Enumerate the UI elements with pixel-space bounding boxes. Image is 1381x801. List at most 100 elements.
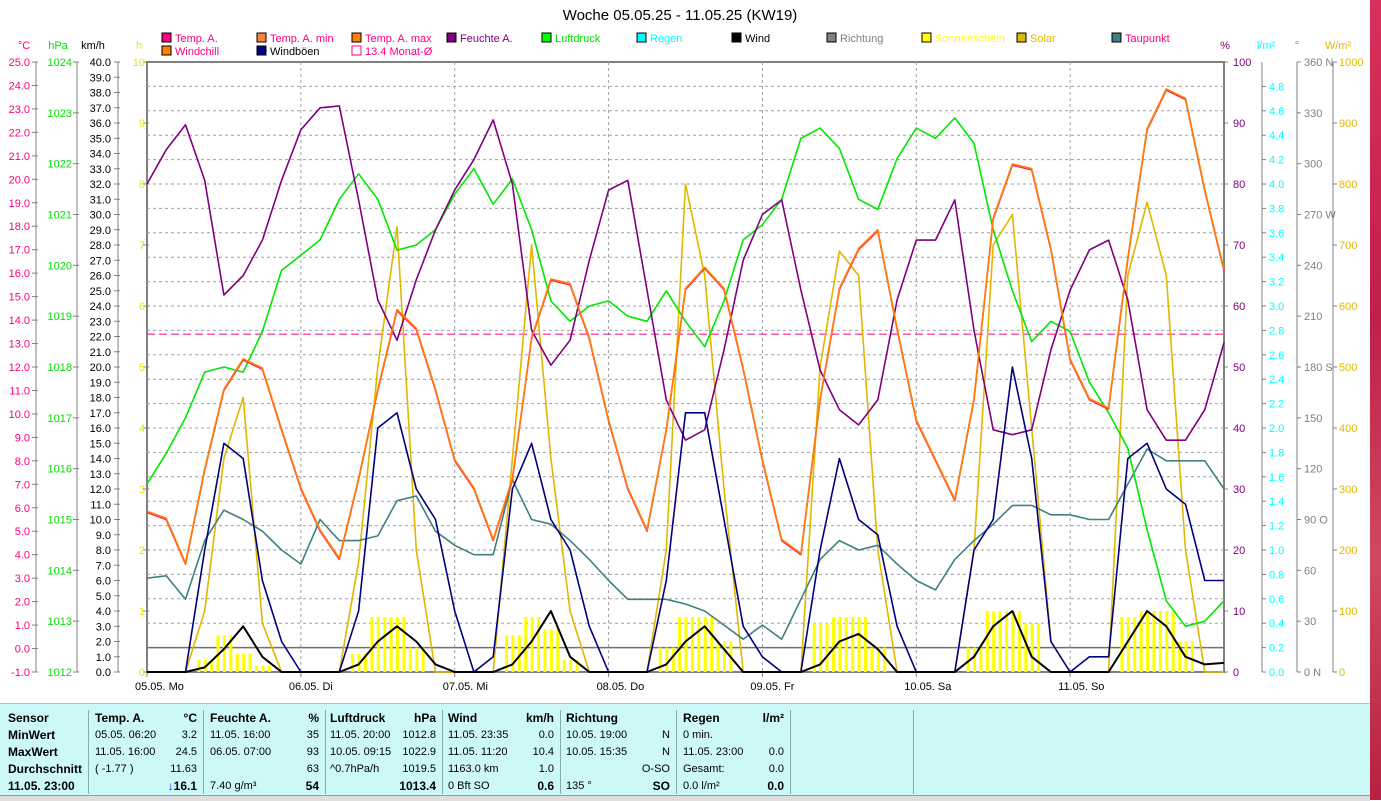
series-line-taupunkt [146, 448, 1225, 641]
legend-swatch [1111, 32, 1122, 43]
stats-row: 10.05. 19:00 N [566, 727, 676, 744]
stats-column-luftdruck: Luftdruck hPa 11.05. 20:00 1012.8 10.05. 09:… [330, 710, 443, 794]
stats-label: 11.05. 16:00 [210, 729, 271, 741]
axis-tick-label-rain: 4.6 [1269, 106, 1284, 118]
sunshine-bar [543, 629, 547, 672]
axis-tick-label-sun: 8 [139, 179, 145, 191]
axis-tick-label-wind: 40.0 [90, 57, 111, 69]
sunshine-bar [1126, 617, 1130, 672]
stats-row: ( -1.77 ) 11.63 [95, 761, 203, 778]
sunshine-bar [383, 617, 387, 672]
legend-swatch [256, 45, 267, 56]
axis-tick-label-rain: 3.6 [1269, 228, 1284, 240]
axis-tick-label-humidity: 90 [1233, 118, 1245, 130]
trend-down-arrow-icon: ↓ [167, 779, 174, 793]
axis-tick-label-wind: 11.0 [90, 499, 111, 511]
axis-tick-label-rain: 0.6 [1269, 594, 1284, 606]
stats-value [82, 744, 88, 761]
axis-tick-label-temp: 4.0 [15, 550, 30, 562]
stats-value [82, 727, 88, 744]
axis-tick-label-wind: 2.0 [96, 637, 111, 649]
sunshine-bar [370, 617, 374, 672]
sunshine-bar [1037, 623, 1041, 672]
legend-swatch [1016, 32, 1027, 43]
axis-tick-label-humidity: 20 [1233, 545, 1245, 557]
desktop-background-strip [1370, 0, 1381, 800]
axis-tick-label-sun: 9 [139, 118, 145, 130]
axis-tick-label-rain: 2.6 [1269, 350, 1284, 362]
axis-tick-label-temp: 1.0 [15, 620, 30, 632]
stats-column-empty [800, 710, 914, 794]
legend-label: Solar [1030, 33, 1056, 45]
stats-value: N [662, 729, 670, 741]
axis-tick-label-wind: 37.0 [90, 103, 111, 115]
axis-tick-label-wind: 28.0 [90, 240, 111, 252]
sunshine-bar [1146, 611, 1150, 672]
axis-tick-label-direction: 180 S [1304, 362, 1333, 374]
stats-row: 7.40 g/m³ 54 [210, 778, 325, 795]
stats-header: Wind km/h [448, 711, 554, 725]
day-label: 09.05. Fr [750, 681, 794, 693]
day-label: 11.05. So [1058, 681, 1104, 693]
status-bar [0, 795, 1370, 801]
axis-tick-label-sun: 2 [139, 545, 145, 557]
axis-tick-label-rain: 2.2 [1269, 399, 1284, 411]
axis-tick-label-temp: 6.0 [15, 503, 30, 515]
stats-row: ^0.7hPa/h 1019.5 [330, 761, 442, 778]
axis-tick-label-wind: 0.0 [96, 667, 111, 679]
stats-header: Temp. A. °C [95, 711, 197, 725]
sunshine-bar [1165, 611, 1169, 672]
stats-row: 11.05. 20:00 1012.8 [330, 727, 442, 744]
stats-label: 11.05. 23:00 [683, 746, 744, 758]
axis-tick-label-wind: 1.0 [96, 652, 111, 664]
axis-tick-label-solar: 200 [1339, 545, 1357, 557]
stats-label: ( -1.77 ) [95, 763, 134, 775]
axis-tick-label-pressure: 1018 [48, 362, 72, 374]
axis-tick-label-pressure: 1017 [48, 413, 72, 425]
legend-swatch [161, 45, 172, 56]
axis-tick-label-wind: 14.0 [90, 454, 111, 466]
axis-tick-label-rain: 1.0 [1269, 545, 1284, 557]
sunshine-bar [697, 617, 701, 672]
axis-tick-label-wind: 29.0 [90, 225, 111, 237]
axis-tick-label-sun: 0 [139, 667, 145, 679]
stats-header: Regen l/m² [683, 711, 784, 725]
axis-tick-label-direction: 270 W [1304, 210, 1336, 222]
stats-header: Richtung [566, 711, 618, 725]
axis-tick-label-temp: 0.0 [15, 644, 30, 656]
stats-row: Durchschnitt [8, 761, 88, 778]
legend-label: 13.4 Monat-Ø [365, 46, 433, 58]
sunshine-bar [1005, 611, 1009, 672]
sunshine-bar [197, 659, 201, 672]
stats-row: 1013.4 [330, 778, 442, 795]
axis-tick-label-direction: 120 [1304, 464, 1322, 476]
stats-label: 11.05. 23:35 [448, 729, 509, 741]
axis-tick-label-wind: 35.0 [90, 133, 111, 145]
axis-tick-label-pressure: 1016 [48, 464, 72, 476]
legend-swatch [351, 32, 362, 43]
stats-label: 11.05. 20:00 [330, 729, 391, 741]
legend-label: Taupunkt [1125, 33, 1170, 45]
axis-tick-label-humidity: 10 [1233, 606, 1245, 618]
series-line-windchill [146, 88, 1225, 564]
sunshine-bar [556, 629, 560, 672]
axis-tick-label-wind: 31.0 [90, 194, 111, 206]
axis-unit-rain: l/m² [1257, 40, 1276, 52]
sunshine-bar [530, 617, 534, 672]
stats-value: 1012.8 [402, 729, 436, 741]
axis-tick-label-wind: 9.0 [96, 530, 111, 542]
axis-tick-label-pressure: 1020 [48, 260, 72, 272]
stats-label: Durchschnitt [8, 762, 83, 776]
axis-tick-label-temp: 20.0 [9, 174, 30, 186]
axis-tick-label-temp: 25.0 [9, 57, 30, 69]
axis-tick-label-wind: 38.0 [90, 88, 111, 100]
axis-tick-label-wind: 33.0 [90, 164, 111, 176]
stats-label: 05.05. 06:20 [95, 729, 157, 741]
sunshine-bar [1171, 611, 1175, 672]
sunshine-bar [710, 617, 714, 672]
axis-tick-label-wind: 13.0 [90, 469, 111, 481]
stats-label: 0.0 l/m² [683, 780, 720, 792]
axis-tick-label-sun: 4 [139, 423, 145, 435]
sunshine-bar [979, 647, 983, 672]
sunshine-bar [376, 617, 380, 672]
